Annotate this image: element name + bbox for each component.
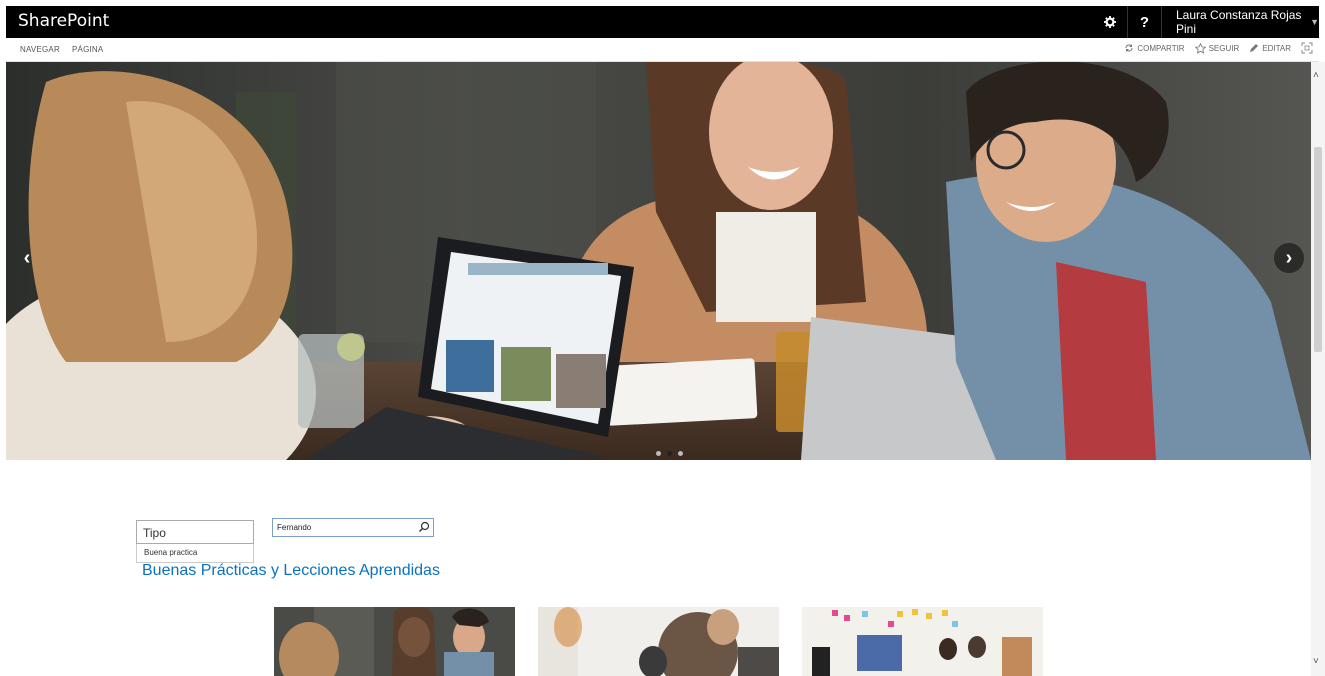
tab-pagina[interactable]: PÁGINA: [72, 45, 103, 54]
user-menu[interactable]: Laura Constanza Rojas Pini ▼: [1176, 6, 1319, 38]
practice-card[interactable]: [274, 607, 515, 676]
gear-icon: [1103, 16, 1116, 28]
settings-button[interactable]: [1092, 6, 1128, 38]
star-icon: [1194, 42, 1206, 54]
chevron-left-icon: ‹: [23, 246, 31, 269]
card-image: [538, 607, 779, 676]
scrollbar-thumb[interactable]: [1314, 147, 1322, 352]
help-button[interactable]: ?: [1128, 6, 1162, 38]
search-input[interactable]: [273, 519, 413, 536]
carousel-dot-active[interactable]: [667, 451, 672, 456]
user-name: Laura Constanza Rojas Pini: [1176, 8, 1302, 36]
scroll-down-icon[interactable]: ˅: [1313, 656, 1319, 667]
search-box: [272, 518, 434, 537]
edit-label: EDITAR: [1262, 43, 1291, 53]
carousel-next-button[interactable]: ›: [1274, 243, 1304, 273]
chevron-right-icon: ›: [1285, 246, 1293, 269]
card-image: [274, 607, 515, 676]
carousel-prev-button[interactable]: ‹: [12, 243, 42, 273]
suite-bar: SharePoint ? Laura Constanza Rojas Pini …: [6, 6, 1319, 38]
pencil-icon: [1250, 44, 1259, 52]
practice-card[interactable]: [802, 607, 1043, 676]
share-label: COMPARTIR: [1137, 43, 1185, 53]
chevron-down-icon: ▼: [1310, 17, 1319, 27]
practice-card[interactable]: [538, 607, 779, 676]
edit-button[interactable]: EDITAR: [1249, 43, 1291, 53]
carousel-dot[interactable]: [678, 451, 683, 456]
scroll-up-icon[interactable]: ˄: [1313, 70, 1319, 81]
ribbon-actions: COMPARTIR SEGUIR EDITAR: [1124, 42, 1313, 54]
hero-photo: [6, 62, 1311, 460]
hero-carousel: ‹ ›: [6, 62, 1311, 460]
page-scrollbar[interactable]: ˄ ˅: [1311, 62, 1325, 676]
tipo-option-buena-practica[interactable]: Buena practica: [136, 544, 254, 563]
card-image: [802, 607, 1043, 676]
focus-button[interactable]: [1301, 42, 1313, 54]
share-button[interactable]: COMPARTIR: [1124, 43, 1185, 53]
search-icon[interactable]: [418, 521, 430, 533]
focus-mode-icon: [1301, 42, 1313, 54]
carousel-dot[interactable]: [656, 451, 661, 456]
ribbon: NAVEGAR PÁGINA COMPARTIR SEGUIR EDITAR: [6, 38, 1319, 62]
tipo-filter[interactable]: Tipo: [136, 520, 254, 544]
share-icon: [1125, 44, 1133, 52]
carousel-dots: [656, 451, 683, 456]
app-brand[interactable]: SharePoint: [18, 11, 109, 31]
tab-navegar[interactable]: NAVEGAR: [20, 45, 60, 54]
follow-button[interactable]: SEGUIR: [1194, 42, 1240, 54]
follow-label: SEGUIR: [1208, 43, 1240, 53]
section-title: Buenas Prácticas y Lecciones Aprendidas: [142, 562, 440, 579]
